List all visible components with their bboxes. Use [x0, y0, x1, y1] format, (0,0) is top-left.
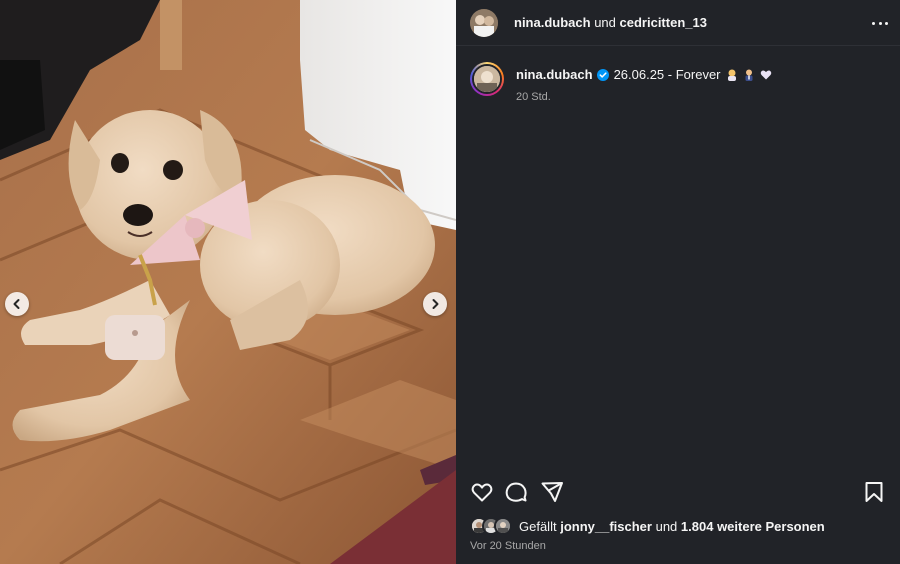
post-viewer: nina.dubach und cedricitten_13 nina.duba…	[0, 0, 900, 564]
caption-avatar-ring[interactable]	[470, 62, 504, 96]
carousel-prev-button[interactable]	[5, 292, 29, 316]
groom-emoji-icon	[745, 69, 753, 81]
post-details-panel: nina.dubach und cedricitten_13 nina.duba…	[456, 0, 900, 564]
avatar[interactable]	[470, 8, 498, 37]
more-options-button[interactable]	[872, 15, 888, 31]
like-button[interactable]	[470, 480, 494, 504]
bride-emoji-icon	[727, 69, 736, 81]
save-button[interactable]	[862, 480, 886, 504]
chevron-right-icon	[432, 299, 439, 309]
avatar	[494, 517, 512, 535]
comment-button[interactable]	[504, 480, 528, 504]
likes-summary: Gefällt jonny__fischer und 1.804 weitere…	[470, 517, 825, 535]
share-icon	[541, 482, 563, 502]
post-actions-bar	[470, 480, 886, 506]
bookmark-icon	[865, 482, 883, 502]
share-button[interactable]	[540, 480, 564, 504]
author-username[interactable]: nina.dubach	[514, 15, 591, 30]
comment-icon	[505, 482, 527, 502]
post-caption: nina.dubach 26.06.25 - Forever 20 Std.	[470, 62, 772, 103]
more-horizontal-icon	[872, 21, 888, 25]
authors-conjunction: und	[594, 15, 616, 30]
post-header: nina.dubach und cedricitten_13	[456, 0, 900, 46]
caption-text: 26.06.25 - Forever	[613, 67, 721, 82]
post-timestamp[interactable]: Vor 20 Stunden	[470, 540, 546, 552]
caption-username[interactable]: nina.dubach	[516, 67, 593, 82]
avatar	[472, 64, 502, 94]
carousel-next-button[interactable]	[423, 292, 447, 316]
verified-badge-icon	[596, 68, 609, 81]
post-authors: nina.dubach und cedricitten_13	[514, 15, 707, 30]
coauthor-username[interactable]: cedricitten_13	[620, 15, 707, 30]
post-media[interactable]	[0, 0, 456, 564]
caption-timestamp[interactable]: 20 Std.	[516, 91, 772, 103]
white-heart-emoji-icon	[760, 70, 771, 80]
chevron-left-icon	[13, 299, 20, 309]
liker-username[interactable]: jonny__fischer	[560, 519, 652, 534]
likes-count-link[interactable]: 1.804 weitere Personen	[681, 519, 825, 534]
likes-prefix: Gefällt	[519, 518, 557, 534]
heart-icon	[471, 483, 493, 502]
post-photo	[0, 0, 456, 564]
likes-text: Gefällt jonny__fischer und 1.804 weitere…	[519, 519, 825, 534]
liker-avatars	[470, 517, 516, 535]
likes-conjunction: und	[655, 518, 678, 534]
